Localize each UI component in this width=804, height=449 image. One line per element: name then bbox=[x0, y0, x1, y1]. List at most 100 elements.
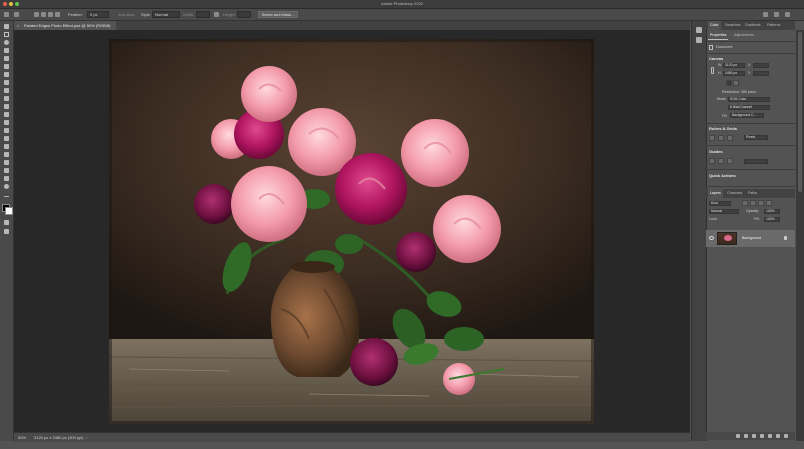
workspace-icon[interactable] bbox=[774, 12, 779, 17]
tab-swatches[interactable]: Swatches bbox=[723, 21, 743, 30]
marquee-tool-icon[interactable] bbox=[3, 31, 10, 38]
guide-color-select[interactable] bbox=[744, 159, 768, 164]
path-select-tool-icon[interactable] bbox=[3, 159, 10, 166]
new-group-icon[interactable] bbox=[768, 434, 772, 438]
tab-gradients[interactable]: Gradients bbox=[743, 21, 763, 30]
hand-tool-icon[interactable] bbox=[3, 175, 10, 182]
filter-pixel-icon[interactable] bbox=[742, 200, 748, 206]
eraser-tool-icon[interactable] bbox=[3, 111, 10, 118]
more-tools-icon[interactable] bbox=[3, 193, 10, 200]
lasso-tool-icon[interactable] bbox=[3, 39, 10, 46]
pen-tool-icon[interactable] bbox=[3, 143, 10, 150]
link-icon[interactable] bbox=[711, 67, 714, 74]
guide-lock-icon[interactable] bbox=[709, 158, 715, 164]
canvas-section-title[interactable]: Canvas bbox=[709, 56, 723, 61]
filter-shape-icon[interactable] bbox=[766, 200, 772, 206]
layer-style-icon[interactable] bbox=[744, 434, 748, 438]
canvas-area[interactable] bbox=[14, 30, 690, 432]
ruler-toggle-icon[interactable] bbox=[709, 135, 715, 141]
scrollbar-thumb[interactable] bbox=[798, 32, 802, 192]
crop-tool-icon[interactable] bbox=[3, 55, 10, 62]
dodge-tool-icon[interactable] bbox=[3, 135, 10, 142]
blend-mode-select[interactable]: Normal bbox=[709, 209, 739, 214]
layer-mask-icon[interactable] bbox=[752, 434, 756, 438]
rulers-section-title[interactable]: Rulers & Grids bbox=[709, 126, 737, 131]
properties-panel-icon[interactable] bbox=[696, 37, 702, 43]
close-tab-icon[interactable]: × bbox=[17, 21, 19, 30]
layer-name[interactable]: Background bbox=[742, 236, 761, 240]
layer-row-background[interactable]: Background bbox=[706, 230, 795, 247]
tab-color[interactable]: Color bbox=[708, 21, 721, 30]
frame-tool-icon[interactable] bbox=[3, 63, 10, 70]
intersect-selection-icon[interactable] bbox=[55, 12, 60, 17]
anti-alias-checkbox[interactable]: Anti-alias bbox=[118, 9, 134, 20]
type-tool-icon[interactable] bbox=[3, 151, 10, 158]
new-selection-icon[interactable] bbox=[34, 12, 39, 17]
portrait-orientation-button[interactable] bbox=[726, 80, 732, 86]
add-selection-icon[interactable] bbox=[41, 12, 46, 17]
guides-toggle-icon[interactable] bbox=[727, 135, 733, 141]
link-layers-icon[interactable] bbox=[736, 434, 740, 438]
opacity-field[interactable]: 100% bbox=[764, 209, 780, 214]
fill-select[interactable]: Background C... bbox=[730, 113, 764, 118]
filter-adjust-icon[interactable] bbox=[750, 200, 756, 206]
new-layer-icon[interactable] bbox=[776, 434, 780, 438]
trash-icon[interactable] bbox=[784, 434, 788, 438]
width-input[interactable] bbox=[196, 11, 210, 18]
background-color-swatch[interactable] bbox=[5, 207, 13, 215]
shape-tool-icon[interactable] bbox=[3, 167, 10, 174]
filter-type-icon[interactable] bbox=[758, 200, 764, 206]
guide-style-icon[interactable] bbox=[727, 158, 733, 164]
bit-depth-select[interactable]: 8 Bits/Channel bbox=[728, 105, 770, 110]
adjustment-layer-icon[interactable] bbox=[760, 434, 764, 438]
select-and-mask-button[interactable]: Select and Mask... bbox=[258, 11, 298, 18]
panel-scrollbar[interactable] bbox=[796, 30, 804, 441]
canvas-width-field[interactable]: 3120 px bbox=[723, 63, 745, 68]
home-icon[interactable] bbox=[4, 12, 9, 17]
canvas-height-field[interactable]: 2480 px bbox=[723, 71, 745, 76]
healing-tool-icon[interactable] bbox=[3, 79, 10, 86]
gradient-tool-icon[interactable] bbox=[3, 119, 10, 126]
guide-color-icon[interactable] bbox=[718, 158, 724, 164]
swap-icon[interactable] bbox=[214, 12, 219, 17]
quick-mask-icon[interactable] bbox=[3, 219, 10, 226]
status-arrow-icon[interactable]: › bbox=[86, 433, 87, 442]
move-tool-icon[interactable] bbox=[3, 23, 10, 30]
stamp-tool-icon[interactable] bbox=[3, 95, 10, 102]
brush-tool-icon[interactable] bbox=[3, 87, 10, 94]
zoom-tool-icon[interactable] bbox=[3, 183, 10, 190]
tab-patterns[interactable]: Patterns bbox=[765, 21, 782, 30]
canvas-x-field[interactable] bbox=[753, 63, 769, 68]
eyedropper-tool-icon[interactable] bbox=[3, 71, 10, 78]
history-panel-icon[interactable] bbox=[696, 27, 702, 33]
guides-section-title[interactable]: Guides bbox=[709, 149, 723, 154]
canvas-y-field[interactable] bbox=[753, 71, 769, 76]
height-input[interactable] bbox=[237, 11, 251, 18]
share-icon[interactable] bbox=[785, 12, 790, 17]
zoom-level[interactable]: 50% bbox=[18, 433, 26, 442]
subtract-selection-icon[interactable] bbox=[48, 12, 53, 17]
layer-filter-select[interactable]: Kind bbox=[709, 201, 731, 206]
marquee-preset-icon[interactable] bbox=[14, 12, 19, 17]
landscape-orientation-button[interactable] bbox=[733, 80, 739, 86]
style-select[interactable]: Normal bbox=[152, 11, 180, 18]
document-tab[interactable]: × Painted Edges Photo Effect.psd @ 50% (… bbox=[14, 21, 117, 30]
quick-actions-title[interactable]: Quick Actions bbox=[709, 173, 736, 178]
fill-opacity-field[interactable]: 100% bbox=[764, 217, 780, 222]
screen-mode-icon[interactable] bbox=[3, 228, 10, 235]
ruler-units-select[interactable]: Pixels bbox=[744, 135, 768, 140]
mode-select[interactable]: RGB Color bbox=[728, 97, 770, 102]
search-icon[interactable] bbox=[763, 12, 768, 17]
tab-properties[interactable]: Properties bbox=[708, 32, 729, 40]
tab-paths[interactable]: Paths bbox=[746, 189, 759, 198]
history-brush-tool-icon[interactable] bbox=[3, 103, 10, 110]
blur-tool-icon[interactable] bbox=[3, 127, 10, 134]
tab-adjustments[interactable]: Adjustments bbox=[732, 32, 756, 39]
visibility-eye-icon[interactable] bbox=[709, 236, 714, 240]
tab-layers[interactable]: Layers bbox=[708, 189, 723, 198]
document-image[interactable] bbox=[109, 39, 594, 424]
tab-channels[interactable]: Channels bbox=[725, 189, 744, 198]
quick-select-tool-icon[interactable] bbox=[3, 47, 10, 54]
grid-toggle-icon[interactable] bbox=[718, 135, 724, 141]
feather-input[interactable]: 0 px bbox=[87, 11, 109, 18]
